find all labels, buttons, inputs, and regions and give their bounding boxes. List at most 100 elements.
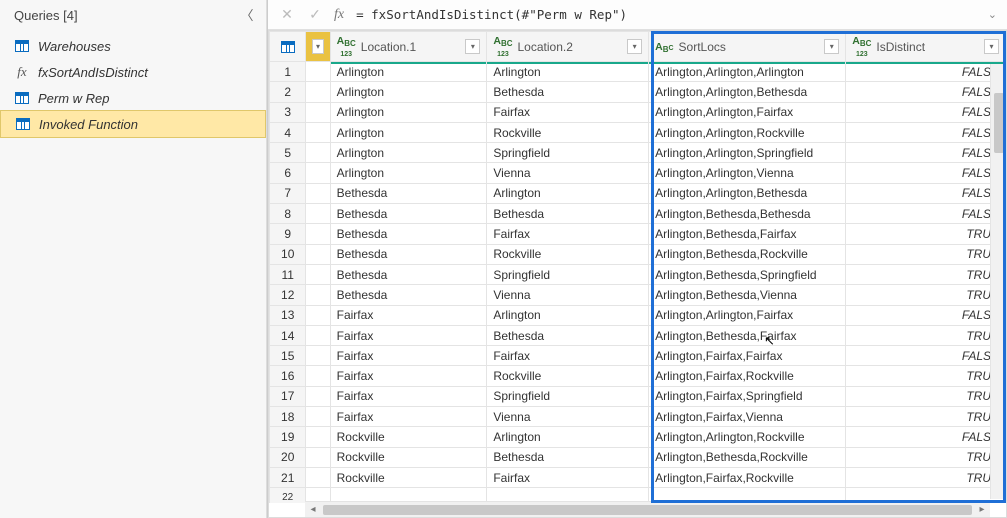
cell-location2[interactable]: Rockville bbox=[487, 122, 649, 142]
vertical-scrollbar[interactable] bbox=[990, 63, 1006, 499]
row-number[interactable]: 12 bbox=[270, 285, 306, 305]
cell-isdistinct[interactable]: FALSE bbox=[846, 143, 1006, 163]
index-column-header[interactable]: ▾ bbox=[306, 32, 330, 62]
cell-location1[interactable]: Fairfax bbox=[330, 386, 487, 406]
row-number[interactable]: 11 bbox=[270, 264, 306, 284]
table-row[interactable]: 2ArlingtonBethesdaArlington,Arlington,Be… bbox=[270, 82, 1006, 102]
cell-location2[interactable]: Fairfax bbox=[487, 346, 649, 366]
row-number[interactable]: 3 bbox=[270, 102, 306, 122]
row-number[interactable]: 13 bbox=[270, 305, 306, 325]
expand-formula-icon[interactable]: ⌄ bbox=[988, 8, 997, 21]
cell-location1[interactable]: Fairfax bbox=[330, 305, 487, 325]
table-row[interactable]: 9BethesdaFairfaxArlington,Bethesda,Fairf… bbox=[270, 224, 1006, 244]
cell-sortlocs[interactable]: Arlington,Fairfax,Vienna bbox=[649, 407, 846, 427]
cell-location1[interactable]: Rockville bbox=[330, 447, 487, 467]
cell-location1[interactable]: Bethesda bbox=[330, 264, 487, 284]
row-number[interactable]: 21 bbox=[270, 467, 306, 487]
cell-isdistinct[interactable]: FALSE bbox=[846, 122, 1006, 142]
cell-location1[interactable]: Bethesda bbox=[330, 183, 487, 203]
cell-location2[interactable]: Rockville bbox=[487, 366, 649, 386]
cell-sortlocs[interactable]: Arlington,Arlington,Arlington bbox=[649, 62, 846, 82]
cell-location1[interactable]: Arlington bbox=[330, 102, 487, 122]
cell-isdistinct[interactable]: TRUE bbox=[846, 244, 1006, 264]
cell-location2[interactable]: Bethesda bbox=[487, 447, 649, 467]
cell-isdistinct[interactable]: FALSE bbox=[846, 62, 1006, 82]
cell-location2[interactable]: Vienna bbox=[487, 163, 649, 183]
cell-location1[interactable]: Rockville bbox=[330, 467, 487, 487]
row-number[interactable]: 1 bbox=[270, 62, 306, 82]
cell-location2[interactable]: Arlington bbox=[487, 305, 649, 325]
cell-location1[interactable]: Fairfax bbox=[330, 366, 487, 386]
cell-sortlocs[interactable]: Arlington,Arlington,Springfield bbox=[649, 143, 846, 163]
table-row[interactable]: 1ArlingtonArlingtonArlington,Arlington,A… bbox=[270, 62, 1006, 82]
collapse-sidebar-icon[interactable]: 〈 bbox=[240, 9, 254, 23]
cell-location2[interactable]: Springfield bbox=[487, 264, 649, 284]
cell-sortlocs[interactable]: Arlington,Fairfax,Fairfax bbox=[649, 346, 846, 366]
dropdown-icon[interactable]: ▾ bbox=[465, 39, 480, 54]
table-row[interactable]: 15FairfaxFairfaxArlington,Fairfax,Fairfa… bbox=[270, 346, 1006, 366]
table-row[interactable]: 6ArlingtonViennaArlington,Arlington,Vien… bbox=[270, 163, 1006, 183]
column-header-location1[interactable]: ABC123Location.1▾ bbox=[330, 32, 487, 62]
row-number[interactable]: 20 bbox=[270, 447, 306, 467]
cell-isdistinct[interactable]: FALSE bbox=[846, 427, 1006, 447]
column-header-isdistinct[interactable]: ABC123IsDistinct▾ bbox=[846, 32, 1006, 62]
cell-location1[interactable]: Bethesda bbox=[330, 285, 487, 305]
row-number[interactable]: 17 bbox=[270, 386, 306, 406]
cell-sortlocs[interactable]: Arlington,Arlington,Fairfax bbox=[649, 305, 846, 325]
cell-isdistinct[interactable]: FALSE bbox=[846, 305, 1006, 325]
table-row[interactable]: 17FairfaxSpringfieldArlington,Fairfax,Sp… bbox=[270, 386, 1006, 406]
cell-location2[interactable]: Bethesda bbox=[487, 204, 649, 224]
cell-location1[interactable]: Arlington bbox=[330, 62, 487, 82]
row-number[interactable]: 18 bbox=[270, 407, 306, 427]
cell-sortlocs[interactable]: Arlington,Arlington,Bethesda bbox=[649, 82, 846, 102]
dropdown-icon[interactable]: ▾ bbox=[824, 39, 839, 54]
cell-sortlocs[interactable]: Arlington,Bethesda,Fairfax bbox=[649, 224, 846, 244]
cell-location2[interactable]: Springfield bbox=[487, 143, 649, 163]
row-number[interactable]: 22 bbox=[270, 488, 306, 503]
row-number[interactable]: 5 bbox=[270, 143, 306, 163]
accept-formula-icon[interactable]: ✓ bbox=[306, 6, 324, 23]
cell-isdistinct[interactable]: FALSE bbox=[846, 346, 1006, 366]
cell-sortlocs[interactable]: Arlington,Fairfax,Rockville bbox=[649, 366, 846, 386]
cell-location1[interactable]: Fairfax bbox=[330, 407, 487, 427]
sidebar-item-invoked-function[interactable]: Invoked Function bbox=[0, 110, 266, 138]
cell-isdistinct[interactable]: TRUE bbox=[846, 224, 1006, 244]
table-row[interactable]: 14FairfaxBethesdaArlington,Bethesda,Fair… bbox=[270, 325, 1006, 345]
cell-sortlocs[interactable]: Arlington,Arlington,Fairfax bbox=[649, 102, 846, 122]
table-row[interactable]: 19RockvilleArlingtonArlington,Arlington,… bbox=[270, 427, 1006, 447]
cell-isdistinct[interactable]: FALSE bbox=[846, 204, 1006, 224]
cell-sortlocs[interactable]: Arlington,Bethesda,Rockville bbox=[649, 244, 846, 264]
cell-location2[interactable]: Arlington bbox=[487, 427, 649, 447]
cell-sortlocs[interactable]: Arlington,Arlington,Vienna bbox=[649, 163, 846, 183]
column-header-location2[interactable]: ABC123Location.2▾ bbox=[487, 32, 649, 62]
sidebar-item-warehouses[interactable]: Warehouses bbox=[0, 33, 266, 59]
cell-isdistinct[interactable]: TRUE bbox=[846, 407, 1006, 427]
cell-isdistinct[interactable]: TRUE bbox=[846, 285, 1006, 305]
cell-sortlocs[interactable]: Arlington,Bethesda,Vienna bbox=[649, 285, 846, 305]
cell-location1[interactable]: Arlington bbox=[330, 122, 487, 142]
cancel-formula-icon[interactable]: ✕ bbox=[278, 6, 296, 23]
cell-sortlocs[interactable]: Arlington,Bethesda,Fairfax bbox=[649, 325, 846, 345]
table-row[interactable]: 7BethesdaArlingtonArlington,Arlington,Be… bbox=[270, 183, 1006, 203]
cell-location1[interactable]: Arlington bbox=[330, 82, 487, 102]
table-row[interactable]: 11 BethesdaSpringfieldArlington,Bethesda,… bbox=[270, 264, 1006, 284]
cell-sortlocs[interactable]: Arlington,Bethesda,Rockville bbox=[649, 447, 846, 467]
table-row[interactable]: 21RockvilleFairfaxArlington,Fairfax,Rock… bbox=[270, 467, 1006, 487]
table-row[interactable]: 13 FairfaxArlingtonArlington,Arlington,Fa… bbox=[270, 305, 1006, 325]
cell-location2[interactable]: Arlington bbox=[487, 183, 649, 203]
table-corner[interactable] bbox=[270, 32, 306, 62]
sidebar-item-perm-w-rep[interactable]: Perm w Rep bbox=[0, 85, 266, 111]
column-header-sortlocs[interactable]: ABCSortLocs▾ bbox=[649, 32, 846, 62]
dropdown-icon[interactable]: ▾ bbox=[984, 39, 999, 54]
table-row[interactable]: 5ArlingtonSpringfieldArlington,Arlington… bbox=[270, 143, 1006, 163]
cell-location1[interactable]: Arlington bbox=[330, 163, 487, 183]
cell-sortlocs[interactable]: Arlington,Arlington,Rockville bbox=[649, 427, 846, 447]
cell-isdistinct[interactable]: TRUE bbox=[846, 325, 1006, 345]
row-number[interactable]: 2 bbox=[270, 82, 306, 102]
cell-isdistinct[interactable]: TRUE bbox=[846, 467, 1006, 487]
cell-sortlocs[interactable]: Arlington,Bethesda,Springfield bbox=[649, 264, 846, 284]
cell-location1[interactable]: Bethesda bbox=[330, 204, 487, 224]
formula-input[interactable] bbox=[354, 6, 978, 23]
row-number[interactable]: 19 bbox=[270, 427, 306, 447]
cell-location2[interactable]: Fairfax bbox=[487, 467, 649, 487]
